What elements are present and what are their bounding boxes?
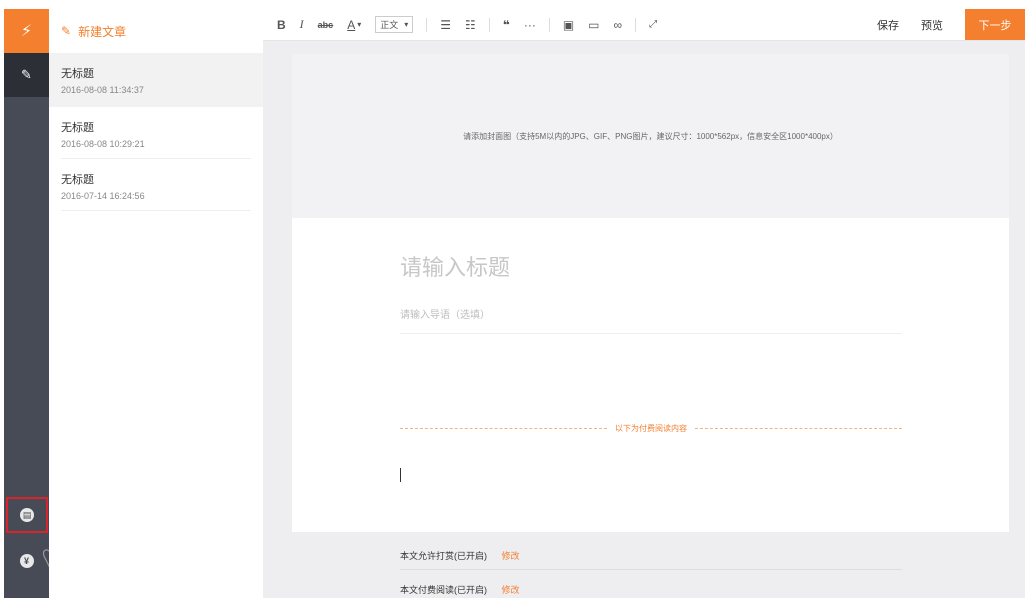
preview-button[interactable]: 预览 bbox=[921, 17, 943, 33]
toolbar-divider bbox=[488, 17, 490, 32]
pencil-icon: ✎ bbox=[61, 24, 72, 38]
paid-label: 本文付费阅读(已开启) bbox=[400, 585, 487, 595]
strikethrough-button[interactable]: abc bbox=[318, 20, 334, 30]
article-date: 2016-07-14 16:24:56 bbox=[61, 191, 145, 201]
next-step-button[interactable]: 下一步 bbox=[965, 9, 1025, 40]
title-input[interactable]: 请输入标题 bbox=[400, 250, 510, 282]
reward-edit-link[interactable]: 修改 bbox=[502, 551, 520, 561]
chevron-down-icon: ▾ bbox=[404, 20, 409, 29]
paid-divider-label: 以下为付费阅读内容 bbox=[615, 423, 687, 433]
video-icon[interactable]: ▭ bbox=[588, 18, 599, 32]
article-list-item[interactable]: 无标题 2016-08-08 10:29:21 bbox=[61, 107, 251, 159]
paid-content-divider: 以下为付费阅读内容 bbox=[400, 422, 902, 434]
article-title: 无标题 bbox=[61, 68, 94, 80]
paragraph-style-value: 正文 bbox=[380, 20, 399, 30]
text-caret[interactable] bbox=[400, 468, 401, 482]
footer-divider bbox=[400, 569, 902, 570]
article-title: 无标题 bbox=[61, 174, 94, 186]
font-color-button[interactable]: A ▾ bbox=[347, 18, 361, 32]
new-article-label: 新建文章 bbox=[78, 24, 127, 39]
unordered-list-icon[interactable]: ☰ bbox=[440, 18, 451, 32]
cover-hint: 请添加封面图（支持5M以内的JPG、GIF、PNG图片，建议尺寸：1000*56… bbox=[463, 131, 838, 141]
save-button[interactable]: 保存 bbox=[877, 17, 899, 33]
lightning-icon[interactable]: ⚡ bbox=[4, 9, 49, 53]
fullscreen-icon[interactable]: ⤢ bbox=[649, 19, 657, 30]
article-date: 2016-08-08 11:34:37 bbox=[61, 85, 144, 95]
yen-icon: ¥ bbox=[19, 554, 34, 568]
editor-area: B I abc A ▾ 正文 ▾ ☰ ☷ ❝ ··· ▣ ▭ ∞ ⤢ 保存 预览… bbox=[263, 9, 1025, 598]
cover-image-upload[interactable]: 请添加封面图（支持5M以内的JPG、GIF、PNG图片，建议尺寸：1000*56… bbox=[292, 54, 1009, 218]
toolbar-divider bbox=[635, 17, 637, 32]
toolbar-divider bbox=[548, 17, 550, 32]
pencil-icon[interactable]: ✎ bbox=[4, 53, 49, 97]
article-list-item[interactable]: 无标题 2016-07-14 16:24:56 bbox=[61, 159, 251, 211]
reward-setting: 本文允许打赏(已开启) 修改 bbox=[400, 549, 520, 562]
document-icon: ▤ bbox=[20, 508, 34, 522]
toolbar-divider bbox=[426, 17, 428, 32]
divider-line bbox=[400, 427, 607, 429]
article-settings-footer: 本文允许打赏(已开启) 修改 本文付费阅读(已开启) 修改 bbox=[292, 539, 1025, 598]
article-paper: 请添加封面图（支持5M以内的JPG、GIF、PNG图片，建议尺寸：1000*56… bbox=[292, 54, 1009, 532]
link-icon[interactable]: ∞ bbox=[614, 18, 623, 32]
quote-icon[interactable]: ❝ bbox=[503, 18, 510, 32]
bold-button[interactable]: B bbox=[277, 18, 286, 32]
editor-toolbar: B I abc A ▾ 正文 ▾ ☰ ☷ ❝ ··· ▣ ▭ ∞ ⤢ 保存 预览… bbox=[263, 9, 1025, 41]
paragraph-style-select[interactable]: 正文 ▾ bbox=[375, 16, 414, 33]
new-article-button[interactable]: ✎ 新建文章 bbox=[49, 9, 263, 53]
image-icon[interactable]: ▣ bbox=[563, 18, 574, 32]
divider-line bbox=[695, 427, 902, 429]
article-list-panel: ✎ 新建文章 无标题 2016-08-08 11:34:37 无标题 2016-… bbox=[49, 9, 264, 598]
article-date: 2016-08-08 10:29:21 bbox=[61, 139, 145, 149]
chevron-down-icon: ▾ bbox=[357, 20, 362, 29]
toolbar-actions: 保存 预览 下一步 bbox=[877, 9, 1025, 40]
lead-input[interactable]: 请输入导语（选填） bbox=[400, 306, 902, 334]
article-title: 无标题 bbox=[61, 122, 94, 134]
ordered-list-icon[interactable]: ☷ bbox=[465, 18, 476, 32]
horizontal-rule-icon[interactable]: ··· bbox=[524, 18, 536, 32]
reward-label: 本文允许打赏(已开启) bbox=[400, 551, 487, 561]
article-list-item[interactable]: 无标题 2016-08-08 11:34:37 bbox=[49, 53, 263, 107]
italic-button[interactable]: I bbox=[300, 17, 304, 32]
font-color-label: A bbox=[347, 17, 356, 32]
paid-edit-link[interactable]: 修改 bbox=[502, 585, 520, 595]
paid-setting: 本文付费阅读(已开启) 修改 bbox=[400, 583, 520, 596]
left-rail: ⚡ ✎ ▤ ¥ bbox=[4, 9, 49, 598]
